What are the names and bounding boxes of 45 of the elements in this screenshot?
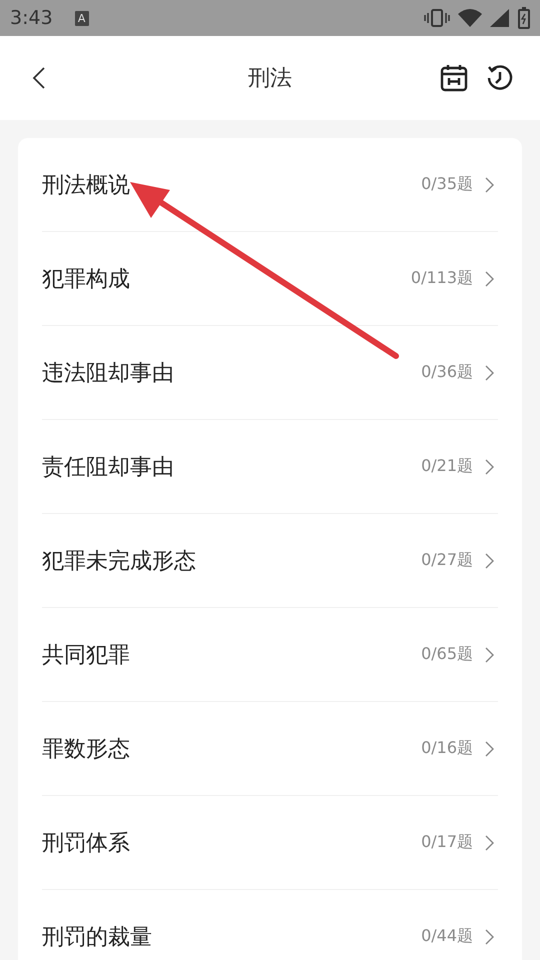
keyboard-badge: A [74, 10, 89, 26]
question-count: 0/21题 [421, 456, 473, 477]
calendar-icon[interactable] [440, 64, 468, 92]
chapter-row[interactable]: 犯罪未完成形态 0/27题 [42, 514, 498, 608]
chevron-icon [485, 928, 494, 944]
chapter-row[interactable]: 罪数形态 0/16题 [42, 702, 498, 796]
chapter-row[interactable]: 违法阻却事由 0/36题 [42, 326, 498, 420]
chevron-icon [485, 740, 494, 756]
question-count: 0/16题 [421, 738, 473, 759]
chevron-icon [485, 270, 494, 286]
chapter-row[interactable]: 犯罪构成 0/113题 [42, 232, 498, 326]
page-title: 刑法 [247, 65, 293, 93]
chapter-title: 刑法概说 [42, 172, 131, 200]
status-time: 3:43 [10, 7, 53, 29]
history-icon[interactable] [486, 64, 514, 92]
chevron-icon [485, 834, 494, 850]
chapter-title: 刑罚体系 [42, 830, 131, 858]
chapter-title: 责任阻却事由 [42, 454, 175, 482]
chapter-title: 违法阻却事由 [42, 360, 175, 388]
question-count: 0/44题 [421, 926, 473, 947]
chevron-icon [485, 646, 494, 662]
chapter-title: 罪数形态 [42, 736, 131, 764]
chevron-icon [485, 364, 494, 380]
chapter-title: 共同犯罪 [42, 642, 131, 670]
chapter-title: 犯罪构成 [42, 266, 131, 294]
chevron-icon [485, 458, 494, 474]
chapter-row[interactable]: 刑罚的裁量 0/44题 [42, 890, 498, 960]
vibrate-icon [424, 8, 450, 28]
chapter-row[interactable]: 共同犯罪 0/65题 [42, 608, 498, 702]
battery-icon [518, 7, 530, 29]
question-count: 0/27题 [421, 550, 473, 571]
question-count: 0/113题 [410, 268, 473, 289]
wifi-icon [458, 8, 482, 28]
chevron-icon [485, 176, 494, 192]
question-count: 0/65题 [421, 644, 473, 665]
chapter-title: 犯罪未完成形态 [42, 548, 197, 576]
signal-icon [490, 8, 510, 28]
chapter-title: 刑罚的裁量 [42, 924, 153, 952]
chapter-row[interactable]: 刑罚体系 0/17题 [42, 796, 498, 890]
question-count: 0/17题 [421, 832, 473, 853]
chapter-row[interactable]: 责任阻却事由 0/21题 [42, 420, 498, 514]
question-count: 0/35题 [421, 174, 473, 195]
back-icon[interactable] [32, 67, 46, 89]
question-count: 0/36题 [421, 362, 473, 383]
chevron-icon [485, 552, 494, 568]
